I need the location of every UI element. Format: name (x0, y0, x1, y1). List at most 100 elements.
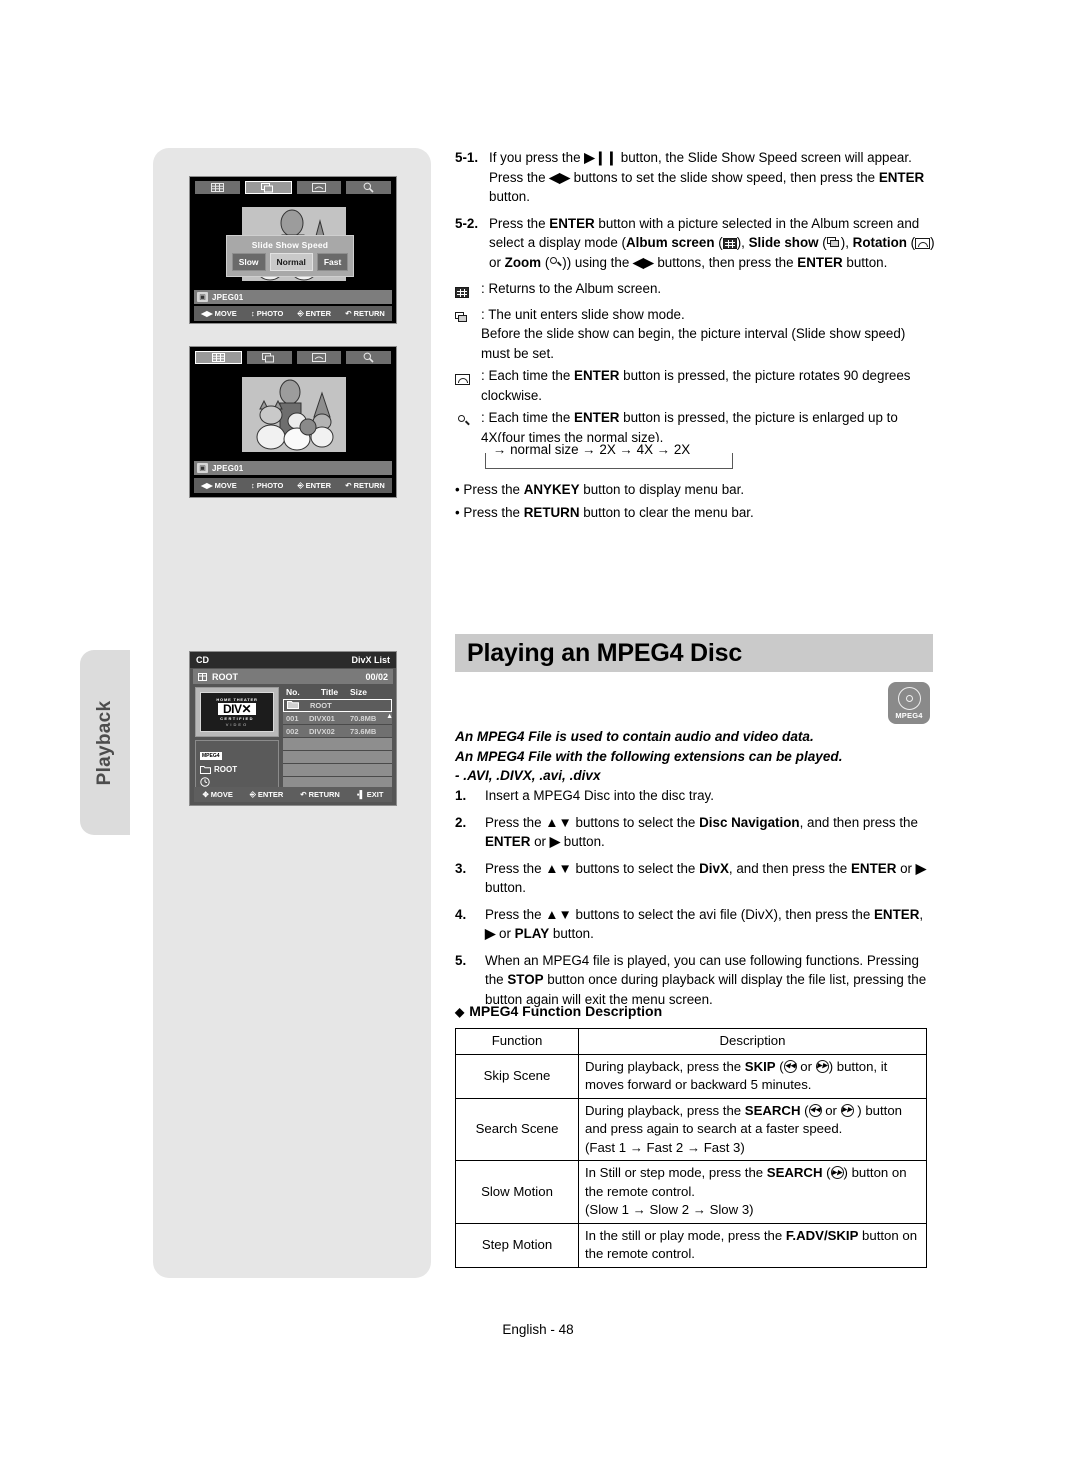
step-text: Insert a MPEG4 Disc into the disc tray. (485, 788, 714, 803)
col-size: Size (350, 687, 368, 697)
speed-options: Slow Normal Fast (227, 253, 353, 276)
rotation-icon[interactable] (296, 351, 342, 364)
hint-move: ✥ MOVE (202, 790, 233, 799)
file-name: JPEG01 (212, 463, 244, 473)
cell-function: Search Scene (455, 1097, 579, 1161)
step-3: 3. Press the ▲▼ buttons to select the Di… (455, 859, 937, 898)
section-title-bar: Playing an MPEG4 Disc (455, 634, 933, 672)
logo-certified: CERTIFIED (220, 716, 254, 721)
step-text: When an MPEG4 file is played, you can us… (485, 952, 927, 1007)
speed-option-slow[interactable]: Slow (231, 253, 266, 271)
rotation-icon[interactable] (296, 181, 342, 194)
cell-title: DIVX02 (309, 726, 335, 736)
table-row-empty (283, 751, 392, 764)
step-number: 4. (455, 906, 467, 922)
col-title: Title (320, 687, 339, 697)
steps-5x: 5-1. If you press the ▶❙❙ button, the Sl… (455, 148, 935, 272)
zoom-cycle-label: → normal size → 2X → 4X → 2X (490, 442, 694, 457)
divx-info-pane: HOME THEATER DIV✕ CERTIFIED VIDEO MPEG4 … (195, 687, 279, 800)
speed-option-fast[interactable]: Fast (316, 253, 349, 271)
legend-text: : The unit enters slide show mode. Before… (481, 306, 906, 361)
col-function: Function (455, 1028, 579, 1055)
step-5: 5. When an MPEG4 file is played, you can… (455, 951, 937, 1010)
step-text: Press the ▲▼ buttons to select the Disc … (485, 814, 918, 850)
divx-path-bar: ROOT 00/02 (193, 669, 393, 684)
table-row[interactable]: ROOT (283, 699, 392, 712)
divx-file-table: No. Title Size ROOT 001 DIVX01 70.8MB 00… (283, 687, 393, 790)
cell-description: During playback, press the SKIP (◀◀ or ▶… (578, 1053, 927, 1099)
current-folder: ROOT (198, 672, 238, 682)
hint-return: ↶ RETURN (300, 790, 340, 799)
step-number: 2. (455, 814, 467, 830)
step-text: Press the ENTER button with a picture se… (489, 215, 935, 270)
page-title: Playing an MPEG4 Disc (467, 638, 743, 667)
intro-line: - .AVI, .DIVX, .avi, .divx (455, 768, 601, 783)
slide-show-icon[interactable] (244, 181, 292, 194)
hint-photo: ↕ PHOTO (251, 481, 284, 490)
table-header-row: Function Description (455, 1028, 927, 1055)
button-hint-bar: ✥ MOVE ⎆ ENTER ↶ RETURN ▪▌ EXIT (194, 787, 392, 802)
zoom-icon[interactable] (346, 351, 391, 364)
cell-title: ROOT (310, 701, 332, 710)
button-hint-bar: ◀▶ MOVE ↕ PHOTO ⎆ ENTER ↶ RETURN (194, 306, 392, 321)
heading-text: MPEG4 Function Description (469, 1003, 663, 1019)
folder-icon (198, 672, 207, 681)
slide-show-icon[interactable] (246, 351, 292, 364)
photo-preview (242, 377, 346, 452)
tree-root-row: ROOT (200, 765, 274, 774)
slide-show-speed-dialog: Slide Show Speed Slow Normal Fast (226, 235, 354, 277)
mpeg4-intro: An MPEG4 File is used to contain audio a… (455, 727, 935, 786)
hint-move: ◀▶ MOVE (201, 309, 237, 318)
table-row[interactable]: 002 DIVX02 73.6MB (283, 725, 392, 738)
step-text: Press the ▲▼ buttons to select the avi f… (485, 906, 924, 942)
disc-icon (897, 686, 921, 710)
format-tag: MPEG4 (200, 752, 222, 760)
legend-album-screen: : Returns to the Album screen. (455, 279, 935, 302)
cell-description: In the still or play mode, press the F.A… (578, 1222, 927, 1268)
cell-no: 002 (286, 726, 299, 736)
zoom-icon[interactable] (346, 181, 391, 194)
page-footer: English - 48 (0, 1322, 1080, 1337)
album-screen-icon[interactable] (195, 181, 240, 194)
step-5-2: 5-2. Press the ENTER button with a pictu… (455, 214, 935, 273)
hint-return: ↶ RETURN (345, 481, 385, 490)
dialog-title: Slide Show Speed (251, 240, 329, 250)
chapter-tab-label: Playback (94, 700, 115, 785)
speed-option-normal[interactable]: Normal (269, 253, 313, 271)
mpeg4-function-table: Function Description Skip Scene During p… (455, 1028, 927, 1268)
album-screen-icon[interactable] (195, 351, 242, 364)
hint-move: ◀▶ MOVE (201, 481, 237, 490)
duration-row (200, 777, 274, 787)
cell-no (284, 700, 310, 711)
photo-toolbar (190, 347, 396, 364)
table-row: Skip Scene During playback, press the SK… (455, 1053, 927, 1099)
step-number: 1. (455, 788, 467, 803)
photo-file-icon: ▣ (197, 292, 208, 302)
clock-icon (200, 777, 210, 787)
photo-toolbar (190, 177, 396, 194)
function-description-heading: ◆ MPEG4 Function Description (455, 1003, 662, 1019)
intro-line: An MPEG4 File is used to contain audio a… (455, 729, 814, 744)
cell-no: 001 (286, 713, 299, 723)
divx-header: CD DivX List (190, 652, 396, 668)
cell-function: Skip Scene (455, 1053, 579, 1099)
button-hint-bar: ◀▶ MOVE ↕ PHOTO ⎆ ENTER ↶ RETURN (194, 478, 392, 493)
table-row: Step Motion In the still or play mode, p… (455, 1222, 927, 1268)
col-no: No. (286, 687, 300, 697)
icon-legend: : Returns to the Album screen. : The uni… (455, 279, 935, 447)
scroll-up-indicator[interactable]: ▲ (386, 713, 393, 720)
step-1: 1. Insert a MPEG4 Disc into the disc tra… (455, 786, 937, 806)
cell-function: Slow Motion (455, 1160, 579, 1224)
screenshot-album-screen: ▣ JPEG01 ◀▶ MOVE ↕ PHOTO ⎆ ENTER ↶ RETURN (189, 346, 397, 498)
hint-enter: ⎆ ENTER (297, 308, 332, 318)
table-row[interactable]: 001 DIVX01 70.8MB (283, 712, 392, 725)
intro-line: An MPEG4 File with the following extensi… (455, 748, 843, 764)
item-counter: 00/02 (365, 671, 388, 682)
step-text: If you press the ▶❙❙ button, the Slide S… (489, 150, 925, 204)
rotation-icon (455, 366, 481, 405)
table-body: ROOT 001 DIVX01 70.8MB 002 DIVX02 73.6MB… (283, 699, 393, 790)
step-2: 2. Press the ▲▼ buttons to select the Di… (455, 813, 937, 852)
hint-enter: ⎆ ENTER (297, 480, 332, 490)
photo-file-icon: ▣ (197, 463, 208, 473)
step-number: 5. (455, 952, 467, 968)
